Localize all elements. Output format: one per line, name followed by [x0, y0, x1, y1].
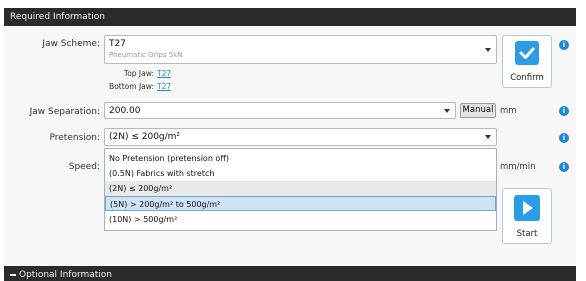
jaw-scheme-select[interactable]: T27 Pneumatic Grips 5kN — [104, 35, 497, 64]
pretension-value: (2N) ≤ 200g/m² — [109, 132, 181, 142]
chevron-down-icon — [485, 47, 491, 52]
pretension-label: Pretension: — [49, 133, 100, 143]
checkmark-icon — [515, 41, 539, 65]
jaw-scheme-label: Jaw Scheme: — [42, 39, 100, 49]
optional-information-title: Optional Information — [19, 270, 113, 280]
bottom-jaw-row: Bottom Jaw: T27 — [104, 82, 171, 91]
speed-unit: mm/min — [500, 162, 536, 172]
bottom-jaw-link[interactable]: T27 — [157, 82, 171, 91]
bottom-jaw-label: Bottom Jaw: — [109, 82, 154, 91]
speed-label: Speed: — [68, 162, 100, 172]
jaw-separation-select[interactable]: 200.00 — [104, 102, 456, 119]
pretension-dropdown-list: No Pretension (pretension off) (0.5N) Fa… — [104, 148, 497, 231]
jaw-separation-value: 200.00 — [109, 106, 141, 116]
info-icon[interactable]: i — [559, 162, 569, 172]
collapse-icon — [10, 273, 16, 276]
jaw-separation-label: Jaw Separation: — [29, 107, 100, 117]
jaw-scheme-value: T27 — [109, 39, 126, 49]
manual-button[interactable]: Manual — [460, 103, 496, 118]
start-button-label: Start — [516, 229, 538, 239]
pretension-option[interactable]: No Pretension (pretension off) — [105, 151, 496, 166]
play-icon — [514, 195, 540, 221]
confirm-button[interactable]: Confirm — [502, 35, 552, 88]
info-icon[interactable]: i — [559, 133, 569, 143]
chevron-down-icon — [444, 108, 450, 113]
required-information-header: Required Information — [4, 8, 576, 26]
info-icon[interactable]: i — [559, 106, 569, 116]
top-jaw-label: Top Jaw: — [123, 69, 154, 78]
pretension-option[interactable]: (0.5N) Fabrics with stretch — [105, 166, 496, 181]
jaw-separation-unit: mm — [500, 106, 517, 116]
top-jaw-link[interactable]: T27 — [157, 69, 171, 78]
start-button[interactable]: Start — [502, 188, 552, 244]
optional-information-header[interactable]: Optional Information — [4, 266, 576, 281]
top-jaw-row: Top Jaw: T27 — [104, 69, 171, 78]
pretension-select[interactable]: (2N) ≤ 200g/m² — [104, 128, 497, 146]
pretension-option[interactable]: (10N) > 500g/m² — [105, 212, 496, 227]
chevron-down-icon — [485, 135, 491, 139]
pretension-option-selected[interactable]: (5N) > 200g/m² to 500g/m² — [105, 196, 496, 211]
info-icon[interactable]: i — [559, 40, 569, 50]
required-information-title: Required Information — [10, 12, 106, 22]
pretension-option[interactable]: (2N) ≤ 200g/m² — [105, 181, 496, 196]
jaw-scheme-subvalue: Pneumatic Grips 5kN — [109, 51, 183, 59]
confirm-button-label: Confirm — [510, 73, 544, 83]
